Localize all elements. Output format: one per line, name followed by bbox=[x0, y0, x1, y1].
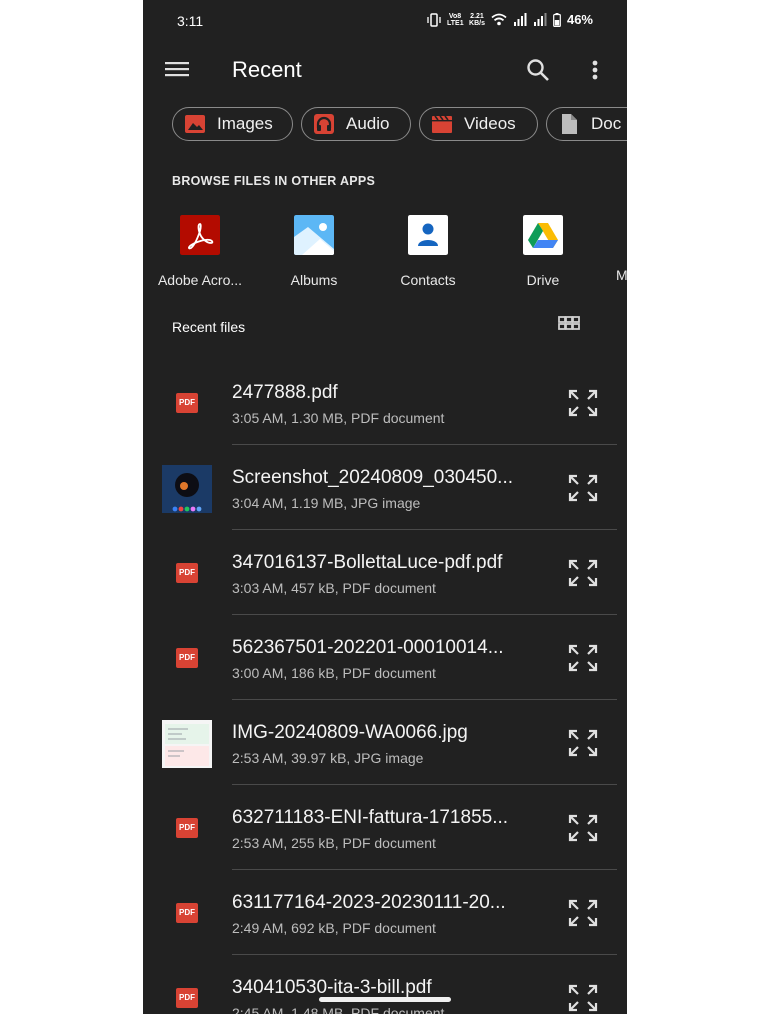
headphones-icon bbox=[314, 114, 334, 134]
grid-view-icon[interactable] bbox=[558, 316, 580, 336]
file-meta: 3:04 AM, 1.19 MB, JPG image bbox=[232, 495, 421, 511]
file-name: 631177164-2023-20230111-20... bbox=[232, 892, 506, 913]
pdf-file-icon: PDF bbox=[176, 818, 198, 838]
chip-images[interactable]: Images bbox=[172, 107, 293, 141]
app-label: Drive bbox=[526, 272, 560, 288]
expand-icon[interactable] bbox=[567, 813, 599, 843]
search-icon[interactable] bbox=[525, 57, 551, 83]
chip-videos[interactable]: Videos bbox=[419, 107, 538, 141]
more-options-icon[interactable] bbox=[585, 57, 605, 83]
chip-label: Videos bbox=[464, 114, 516, 133]
contacts-icon bbox=[408, 215, 448, 255]
file-meta: 2:45 AM, 1.48 MB, PDF document bbox=[232, 1005, 445, 1014]
pdf-file-icon: PDF bbox=[176, 563, 198, 583]
chip-label: Audio bbox=[346, 114, 390, 133]
chip-label: Images bbox=[217, 114, 273, 133]
file-meta: 2:53 AM, 255 kB, PDF document bbox=[232, 835, 436, 851]
file-thumbnail bbox=[162, 465, 212, 513]
recent-files-list: PDF 2477888.pdf 3:05 AM, 1.30 MB, PDF do… bbox=[143, 360, 627, 1014]
status-time: 3:11 bbox=[177, 13, 204, 29]
expand-icon[interactable] bbox=[567, 473, 599, 503]
expand-icon[interactable] bbox=[567, 898, 599, 928]
more-app-icon bbox=[612, 215, 627, 255]
file-name: 2477888.pdf bbox=[232, 382, 338, 403]
app-drive[interactable]: Drive bbox=[488, 215, 598, 288]
pdf-file-icon: PDF bbox=[176, 393, 198, 413]
category-chips: Images Audio Videos Doc bbox=[172, 107, 627, 141]
network-speed: 2.21 KB/s bbox=[469, 13, 485, 27]
file-meta: 3:00 AM, 186 kB, PDF document bbox=[232, 665, 436, 681]
image-icon bbox=[185, 115, 205, 133]
file-meta: 3:05 AM, 1.30 MB, PDF document bbox=[232, 410, 445, 426]
app-more[interactable]: M bbox=[602, 215, 627, 283]
vibrate-icon bbox=[427, 12, 441, 27]
network-speed-unit: KB/s bbox=[469, 19, 485, 27]
document-icon bbox=[562, 114, 577, 134]
app-bar: Recent bbox=[143, 42, 627, 98]
phone-screen: 3:11 Vo8 LTE1 2.21 KB/s 46% Recent Image… bbox=[143, 0, 627, 1014]
file-meta: 2:53 AM, 39.97 kB, JPG image bbox=[232, 750, 424, 766]
signal-icon-1 bbox=[513, 13, 527, 26]
browse-heading: BROWSE FILES IN OTHER APPS bbox=[172, 174, 376, 188]
albums-icon bbox=[294, 215, 334, 255]
hamburger-menu-icon[interactable] bbox=[165, 59, 189, 79]
file-row[interactable]: PDF 340410530-ita-3-bill.pdf 2:45 AM, 1.… bbox=[143, 955, 627, 1014]
app-adobe-acrobat[interactable]: Adobe Acro... bbox=[145, 215, 255, 288]
file-meta: 2:49 AM, 692 kB, PDF document bbox=[232, 920, 436, 936]
expand-icon[interactable] bbox=[567, 728, 599, 758]
file-thumbnail bbox=[162, 720, 212, 768]
expand-icon[interactable] bbox=[567, 388, 599, 418]
file-row[interactable]: IMG-20240809-WA0066.jpg 2:53 AM, 39.97 k… bbox=[143, 700, 627, 785]
app-row: Adobe Acro... Albums Contacts Drive M bbox=[143, 215, 627, 288]
pdf-file-icon: PDF bbox=[176, 988, 198, 1008]
file-name: 562367501-202201-00010014... bbox=[232, 637, 504, 658]
file-name: Screenshot_20240809_030450... bbox=[232, 467, 514, 488]
pdf-file-icon: PDF bbox=[176, 903, 198, 923]
file-row[interactable]: PDF 632711183-ENI-fattura-171855... 2:53… bbox=[143, 785, 627, 870]
file-name: 347016137-BollettaLuce-pdf.pdf bbox=[232, 552, 503, 573]
app-albums[interactable]: Albums bbox=[259, 215, 369, 288]
file-name: 632711183-ENI-fattura-171855... bbox=[232, 807, 509, 828]
network-speed-value: 2.21 bbox=[470, 12, 484, 20]
signal-icon-2 bbox=[533, 13, 547, 26]
wifi-icon bbox=[491, 13, 507, 26]
file-row[interactable]: PDF 631177164-2023-20230111-20... 2:49 A… bbox=[143, 870, 627, 955]
pdf-file-icon: PDF bbox=[176, 648, 198, 668]
file-name: 340410530-ita-3-bill.pdf bbox=[232, 977, 432, 998]
chip-documents[interactable]: Doc bbox=[546, 107, 627, 141]
file-row[interactable]: PDF 2477888.pdf 3:05 AM, 1.30 MB, PDF do… bbox=[143, 360, 627, 445]
expand-icon[interactable] bbox=[567, 558, 599, 588]
expand-icon[interactable] bbox=[567, 983, 599, 1013]
volte-indicator: Vo8 LTE1 bbox=[447, 12, 464, 27]
status-bar: 3:11 Vo8 LTE1 2.21 KB/s 46% bbox=[143, 0, 627, 42]
file-row[interactable]: PDF 347016137-BollettaLuce-pdf.pdf 3:03 … bbox=[143, 530, 627, 615]
app-contacts[interactable]: Contacts bbox=[373, 215, 483, 288]
expand-icon[interactable] bbox=[567, 643, 599, 673]
app-label: Adobe Acro... bbox=[157, 272, 243, 288]
google-drive-icon bbox=[523, 215, 563, 255]
recent-files-heading: Recent files bbox=[172, 319, 246, 335]
chip-label: Doc bbox=[591, 114, 622, 133]
page-title: Recent bbox=[232, 57, 302, 82]
battery-icon bbox=[553, 12, 561, 27]
file-row[interactable]: Screenshot_20240809_030450... 3:04 AM, 1… bbox=[143, 445, 627, 530]
file-name: IMG-20240809-WA0066.jpg bbox=[232, 722, 468, 743]
file-meta: 3:03 AM, 457 kB, PDF document bbox=[232, 580, 436, 596]
status-icons: Vo8 LTE1 2.21 KB/s 46% bbox=[427, 12, 593, 27]
chip-audio[interactable]: Audio bbox=[301, 107, 411, 141]
app-label: Albums bbox=[290, 272, 338, 288]
app-label: Contacts bbox=[400, 272, 456, 288]
file-row[interactable]: PDF 562367501-202201-00010014... 3:00 AM… bbox=[143, 615, 627, 700]
home-gesture-bar[interactable] bbox=[319, 997, 451, 1002]
battery-percent: 46% bbox=[566, 12, 593, 27]
app-label: M bbox=[616, 267, 627, 283]
adobe-acrobat-icon bbox=[180, 215, 220, 255]
clapperboard-icon bbox=[432, 115, 452, 133]
